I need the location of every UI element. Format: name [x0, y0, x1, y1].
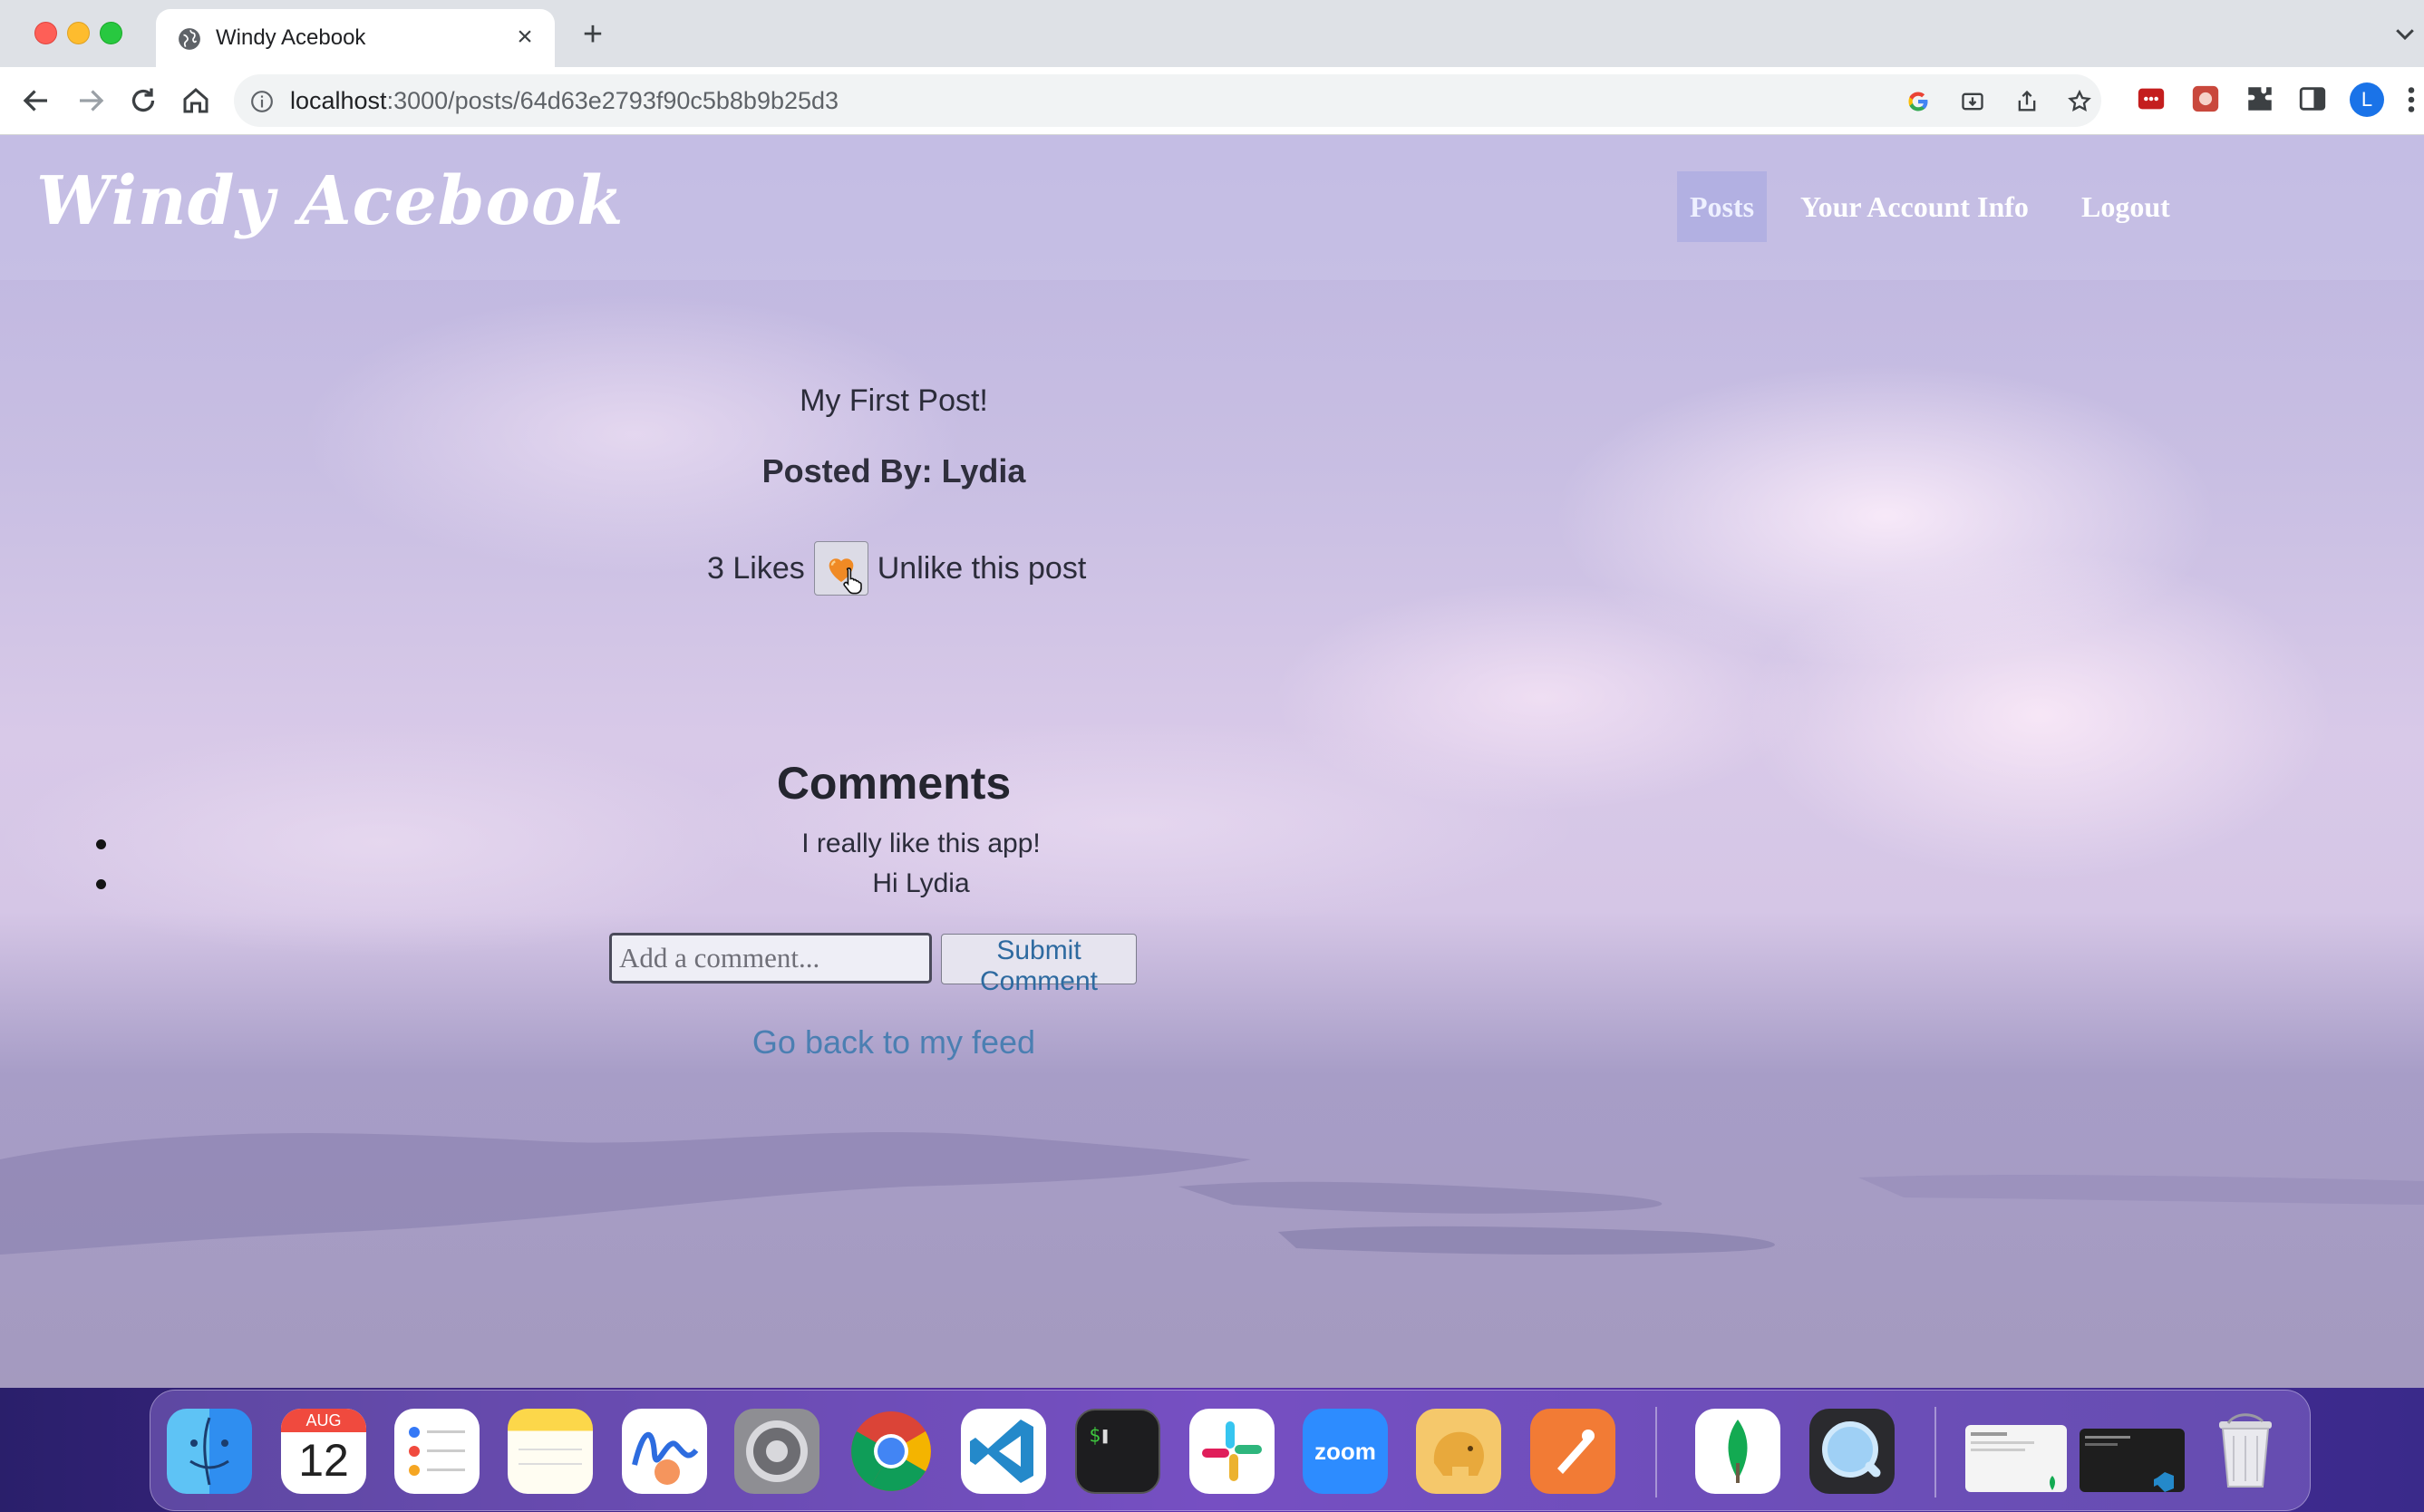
list-item: I really like this app!: [0, 824, 2424, 864]
unlike-button[interactable]: [813, 541, 868, 596]
terminal-icon[interactable]: $: [1075, 1409, 1160, 1494]
likes-count: 3 Likes: [707, 550, 805, 586]
site-logo[interactable]: Windy Acebook: [36, 162, 625, 240]
browser-tab[interactable]: Windy Acebook ×: [156, 9, 555, 67]
close-tab-icon[interactable]: ×: [509, 22, 540, 53]
comment-text: I really like this app!: [801, 829, 1041, 858]
reminders-icon[interactable]: [394, 1409, 480, 1494]
page-viewport: Windy Acebook Posts Your Account Info Lo…: [0, 135, 2424, 1388]
site-info-icon[interactable]: [250, 90, 274, 113]
notes-icon[interactable]: [508, 1409, 593, 1494]
likes-row: 3 Likes Unlike this post: [707, 541, 1086, 596]
comments-heading: Comments: [776, 758, 1012, 809]
nav-logout[interactable]: Logout: [2069, 171, 2183, 242]
system-settings-icon[interactable]: [734, 1409, 819, 1494]
back-to-feed-link[interactable]: Go back to my feed: [0, 1023, 1788, 1061]
google-icon[interactable]: [1905, 89, 1931, 114]
browser-toolbar: localhost:3000/posts/64d63e2793f90c5b8b9…: [0, 67, 2424, 135]
comment-input[interactable]: [609, 933, 932, 984]
trash-icon[interactable]: [2203, 1409, 2288, 1494]
install-app-icon[interactable]: [1960, 89, 1985, 114]
share-icon[interactable]: [2014, 89, 2040, 114]
back-arrow-icon[interactable]: [20, 84, 53, 117]
comment-text: Hi Lydia: [872, 868, 970, 898]
new-tab-button[interactable]: +: [575, 16, 611, 53]
finder-icon[interactable]: [167, 1409, 252, 1494]
mongodb-compass-icon[interactable]: [1695, 1409, 1780, 1494]
list-item: Hi Lydia: [0, 864, 2424, 904]
extension-red-icon[interactable]: [2190, 83, 2221, 114]
maximize-window-button[interactable]: [100, 22, 122, 44]
browser-tab-bar: Windy Acebook × +: [0, 0, 2424, 67]
bookmark-star-icon[interactable]: [2067, 89, 2092, 114]
more-options-icon[interactable]: [2402, 83, 2420, 116]
svg-text:$: $: [1089, 1423, 1100, 1446]
slack-icon[interactable]: [1189, 1409, 1275, 1494]
submit-comment-button[interactable]: Submit Comment: [941, 934, 1137, 996]
window-thumbnail-icon[interactable]: [1965, 1425, 2067, 1492]
profile-avatar[interactable]: L: [2350, 82, 2384, 117]
unlike-label: Unlike this post: [877, 550, 1087, 586]
freeform-icon[interactable]: [622, 1409, 707, 1494]
calendar-icon[interactable]: AUG 12: [281, 1409, 366, 1494]
zoom-icon[interactable]: zoom: [1303, 1409, 1388, 1494]
home-icon[interactable]: [179, 84, 212, 117]
chrome-icon[interactable]: [848, 1409, 934, 1494]
hand-cursor-icon: [843, 567, 862, 595]
background-islands: [0, 1132, 2424, 1255]
extensions-puzzle-icon[interactable]: [2245, 83, 2275, 114]
tableplus-icon[interactable]: [1416, 1409, 1501, 1494]
comments-list: I really like this app! Hi Lydia: [0, 824, 2424, 904]
nav-account-info[interactable]: Your Account Info: [1788, 171, 2041, 242]
forward-arrow-icon[interactable]: [74, 84, 107, 117]
calendar-month: AUG: [281, 1409, 366, 1432]
vscode-icon[interactable]: [961, 1409, 1046, 1494]
dock-separator: [1934, 1407, 1936, 1497]
post-author: Posted By: Lydia: [761, 452, 1026, 489]
minimize-window-button[interactable]: [67, 22, 90, 44]
reload-icon[interactable]: [127, 84, 160, 117]
address-bar[interactable]: localhost:3000/posts/64d63e2793f90c5b8b9…: [234, 74, 2101, 127]
terminal-window-thumbnail-icon[interactable]: [2080, 1429, 2185, 1492]
globe-icon: [179, 28, 200, 50]
postman-icon[interactable]: [1530, 1409, 1615, 1494]
close-window-button[interactable]: [34, 22, 57, 44]
nav-posts[interactable]: Posts: [1677, 171, 1768, 242]
lastpass-extension-icon[interactable]: [2136, 83, 2167, 114]
quicktime-icon[interactable]: [1809, 1409, 1895, 1494]
site-navbar: Windy Acebook Posts Your Account Info Lo…: [0, 135, 2424, 280]
tab-title: Windy Acebook: [216, 25, 366, 50]
post-message: My First Post!: [800, 383, 988, 418]
url-text[interactable]: localhost:3000/posts/64d63e2793f90c5b8b9…: [290, 87, 839, 115]
side-panel-icon[interactable]: [2297, 83, 2328, 114]
calendar-day: 12: [298, 1435, 349, 1486]
dock-separator: [1655, 1407, 1657, 1497]
chevron-down-icon[interactable]: [2391, 20, 2419, 47]
